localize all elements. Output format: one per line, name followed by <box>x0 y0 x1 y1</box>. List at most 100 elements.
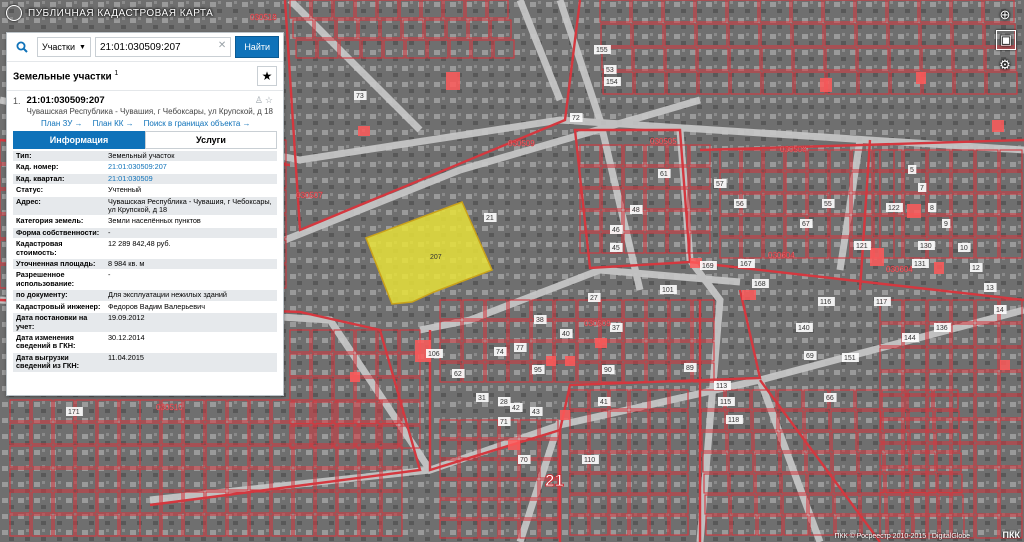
app-header: ПУБЛИЧНАЯ КАДАСТРОВАЯ КАРТА <box>0 0 213 26</box>
property-value[interactable]: 21:01:030509 <box>105 173 277 186</box>
results-count: 1 <box>114 69 119 77</box>
property-value[interactable]: 21:01:030509:207 <box>105 161 277 174</box>
parcel-label: 10 <box>960 245 968 252</box>
quarter-label: 030510 <box>156 403 183 412</box>
property-row: Дата изменения сведений в ГКН: 30.12.2014 <box>13 332 277 353</box>
parcel-label: 130 <box>920 243 932 250</box>
quarter-label: 030604 <box>886 265 913 274</box>
highlighted-parcel <box>870 248 884 266</box>
property-row: Дата постановки на учет: 19.09.2012 <box>13 312 277 333</box>
property-key: Разрешенное использование: <box>13 269 105 291</box>
result-tabs: Информация Услуги <box>13 131 277 149</box>
quarter-label: 030604 <box>768 251 795 260</box>
parcel-label: 66 <box>826 395 834 402</box>
clear-icon[interactable]: ✕ <box>218 40 226 51</box>
search-type-select[interactable]: Участки ▼ <box>37 37 91 57</box>
map-tools: ⊕ ▣ ⚙ <box>996 6 1016 74</box>
globe-icon[interactable]: ⊕ <box>996 6 1014 24</box>
parcel-label: 72 <box>572 115 580 122</box>
quarter-label: 030509 <box>584 319 611 328</box>
link-search-in-bounds[interactable]: Поиск в границах объекта → <box>144 119 251 128</box>
parcel-label: 110 <box>584 457 595 464</box>
parcel-label: 46 <box>612 227 620 234</box>
parcel-label: 56 <box>736 201 744 208</box>
property-row: Разрешенное использование: - <box>13 269 277 291</box>
search-panel: Участки ▼ 21:01:030509:207 ✕ Найти Земел… <box>6 32 284 396</box>
property-row: Адрес: Чувашская Республика - Чувашия, г … <box>13 196 277 217</box>
parcel-label: 13 <box>986 285 994 292</box>
property-row: Уточненная площадь: 8 984 кв. м <box>13 258 277 271</box>
property-value: 30.12.2014 <box>105 332 277 353</box>
settings-icon[interactable]: ⚙ <box>996 56 1014 74</box>
result-links: План ЗУ → План КК → Поиск в границах объ… <box>13 119 277 128</box>
quarter-label: 030508 <box>780 145 807 154</box>
link-plan-kk[interactable]: План КК → <box>93 119 134 128</box>
parcel-label: 48 <box>632 207 640 214</box>
property-key: по документу: <box>13 289 105 302</box>
parcel-label: 73 <box>356 93 364 100</box>
district-number: 21 <box>545 471 564 490</box>
property-value: Чувашская Республика - Чувашия, г Чебокс… <box>105 196 277 217</box>
highlighted-parcel <box>907 204 921 218</box>
selected-parcel-label: 207 <box>430 254 442 261</box>
highlighted-parcel <box>565 356 575 366</box>
property-value: 11.04.2015 <box>105 352 277 373</box>
parcel-label: 71 <box>500 419 508 426</box>
parcel-label: 140 <box>798 325 810 332</box>
layers-icon[interactable]: ▣ <box>996 30 1016 50</box>
result-address: Чувашская Республика - Чувашия, г Чебокс… <box>26 107 273 116</box>
property-row: по документу: Для эксплуатации нежилых зд… <box>13 289 277 302</box>
highlighted-parcel <box>992 120 1004 132</box>
property-row: Кадастровый инженер: Федоров Вадим Валерь… <box>13 301 277 314</box>
result-item[interactable]: ♙☆ 1. 21:01:030509:207 Чувашская Республ… <box>7 91 283 128</box>
tab-information[interactable]: Информация <box>13 131 145 149</box>
property-key: Дата постановки на учет: <box>13 312 105 333</box>
highlighted-parcel <box>358 126 370 136</box>
highlighted-parcel <box>916 72 926 84</box>
app-logo-icon[interactable] <box>6 5 22 21</box>
highlighted-parcel <box>1000 360 1010 370</box>
search-input[interactable]: 21:01:030509:207 ✕ <box>94 37 232 57</box>
parcel-label: 118 <box>728 417 739 424</box>
favorite-icons[interactable]: ♙☆ <box>255 95 275 106</box>
link-plan-zu[interactable]: План ЗУ → <box>41 119 83 128</box>
property-key: Категория земель: <box>13 215 105 228</box>
parcel-label: 113 <box>716 383 727 390</box>
parcel-label: 121 <box>856 243 868 250</box>
property-key: Дата изменения сведений в ГКН: <box>13 332 105 353</box>
parcel-label: 167 <box>740 261 752 268</box>
chevron-down-icon: ▼ <box>79 43 86 51</box>
results-heading-text: Земельные участки <box>13 71 112 83</box>
property-value: Для эксплуатации нежилых зданий <box>105 289 277 302</box>
parcel-label: 61 <box>660 171 668 178</box>
parcel-label: 41 <box>600 399 608 406</box>
parcel-label: 169 <box>702 263 714 270</box>
property-key: Кадастровый инженер: <box>13 301 105 314</box>
property-row: Статус: Учтенный <box>13 184 277 197</box>
property-value: 12 289 842,48 руб. <box>105 238 277 260</box>
tab-services[interactable]: Услуги <box>145 131 277 149</box>
search-bar: Участки ▼ 21:01:030509:207 ✕ Найти <box>7 33 283 62</box>
parcel-label: 8 <box>930 205 934 212</box>
parcel-label: 90 <box>604 367 612 374</box>
parcel-label: 70 <box>520 457 528 464</box>
parcel-label: 77 <box>516 345 524 352</box>
search-icon[interactable] <box>11 36 33 58</box>
find-button[interactable]: Найти <box>235 36 279 58</box>
highlighted-parcel <box>934 262 944 274</box>
parcel-label: 154 <box>606 79 618 86</box>
quarter-label: 030507 <box>296 191 323 200</box>
parcel-label: 168 <box>754 281 766 288</box>
property-value: Земли населённых пунктов <box>105 215 277 228</box>
property-row: Кадастровая стоимость: 12 289 842,48 руб. <box>13 238 277 260</box>
star-icon[interactable]: ★ <box>257 66 277 86</box>
property-key: Адрес: <box>13 196 105 217</box>
highlighted-parcel <box>546 356 556 366</box>
parcel-label: 42 <box>512 405 520 412</box>
properties-table: Тип: Земельный участок Кад. номер: 21:01:03… <box>13 151 277 373</box>
copyright-footer: ПКК © Росреестр 2010-2015 | DigitalGlobe <box>834 533 970 540</box>
parcel-label: 67 <box>802 221 810 228</box>
results-heading: Земельные участки 1 <box>13 70 118 82</box>
property-row: Категория земель: Земли населённых пункто… <box>13 215 277 228</box>
property-key: Уточненная площадь: <box>13 258 105 271</box>
